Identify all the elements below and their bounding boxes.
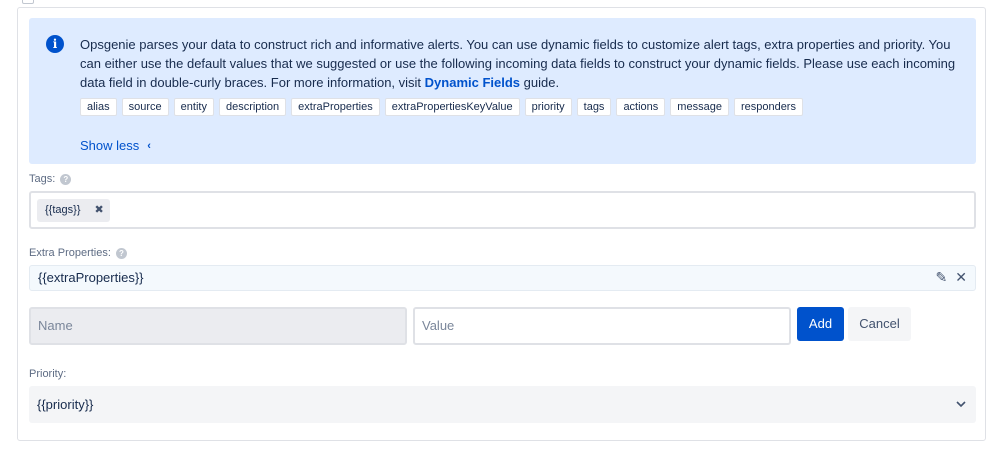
cancel-button[interactable]: Cancel xyxy=(848,307,911,341)
info-text: Opsgenie parses your data to construct r… xyxy=(80,35,960,92)
alert-fields-card: i Opsgenie parses your data to construct… xyxy=(17,7,986,441)
pencil-icon[interactable]: ✎ xyxy=(936,269,948,286)
show-less-toggle[interactable]: Show less ‹ xyxy=(80,138,151,153)
field-chip-extrapropertieskeyvalue: extraPropertiesKeyValue xyxy=(384,98,520,116)
chevron-down-icon xyxy=(956,401,966,408)
field-chip-message: message xyxy=(670,98,729,116)
tags-input[interactable]: {{tags}} ✖ xyxy=(29,191,976,229)
tag-chip-label: {{tags}} xyxy=(45,204,81,216)
property-value-input[interactable]: Value xyxy=(413,307,791,345)
field-chip-description: description xyxy=(218,98,287,116)
priority-label-row: Priority: xyxy=(29,368,66,380)
field-chip-extraproperties: extraProperties xyxy=(291,98,380,116)
field-chip-source: source xyxy=(121,98,169,116)
top-checkbox-stub xyxy=(22,0,34,4)
info-banner: i Opsgenie parses your data to construct… xyxy=(29,18,976,164)
help-icon[interactable]: ? xyxy=(115,247,127,259)
field-chip-tags: tags xyxy=(576,98,612,116)
field-chip-alias: alias xyxy=(80,98,117,116)
tag-chip: {{tags}} ✖ xyxy=(37,199,110,222)
priority-label: Priority: xyxy=(29,368,67,380)
close-icon[interactable]: ✖ xyxy=(95,199,104,222)
property-name-input[interactable]: Name xyxy=(29,307,407,345)
chevron-left-icon: ‹ xyxy=(147,139,151,152)
dynamic-fields-link[interactable]: Dynamic Fields xyxy=(425,75,520,90)
extra-properties-label: Extra Properties: xyxy=(29,247,111,259)
info-text-part2: guide. xyxy=(520,75,560,90)
help-icon[interactable]: ? xyxy=(60,173,72,185)
incoming-fields-list: alias source entity description extraPro… xyxy=(80,98,803,116)
field-chip-entity: entity xyxy=(173,98,214,116)
tags-label-row: Tags: ? xyxy=(29,173,72,185)
field-chip-responders: responders xyxy=(733,98,803,116)
extra-properties-label-row: Extra Properties: ? xyxy=(29,247,127,259)
extra-property-value: {{extraProperties}} xyxy=(38,270,144,285)
add-button[interactable]: Add xyxy=(797,307,844,341)
info-icon: i xyxy=(46,35,64,53)
priority-value: {{priority}} xyxy=(37,397,94,412)
field-chip-actions: actions xyxy=(616,98,666,116)
close-icon[interactable]: ✕ xyxy=(955,269,967,286)
priority-select[interactable]: {{priority}} xyxy=(29,386,976,423)
extra-property-actions: ✎ ✕ xyxy=(936,269,967,286)
show-less-label: Show less xyxy=(80,138,140,153)
tags-label: Tags: xyxy=(29,173,56,185)
extra-property-row: {{extraProperties}} ✎ ✕ xyxy=(29,265,976,291)
field-chip-priority: priority xyxy=(524,98,572,116)
